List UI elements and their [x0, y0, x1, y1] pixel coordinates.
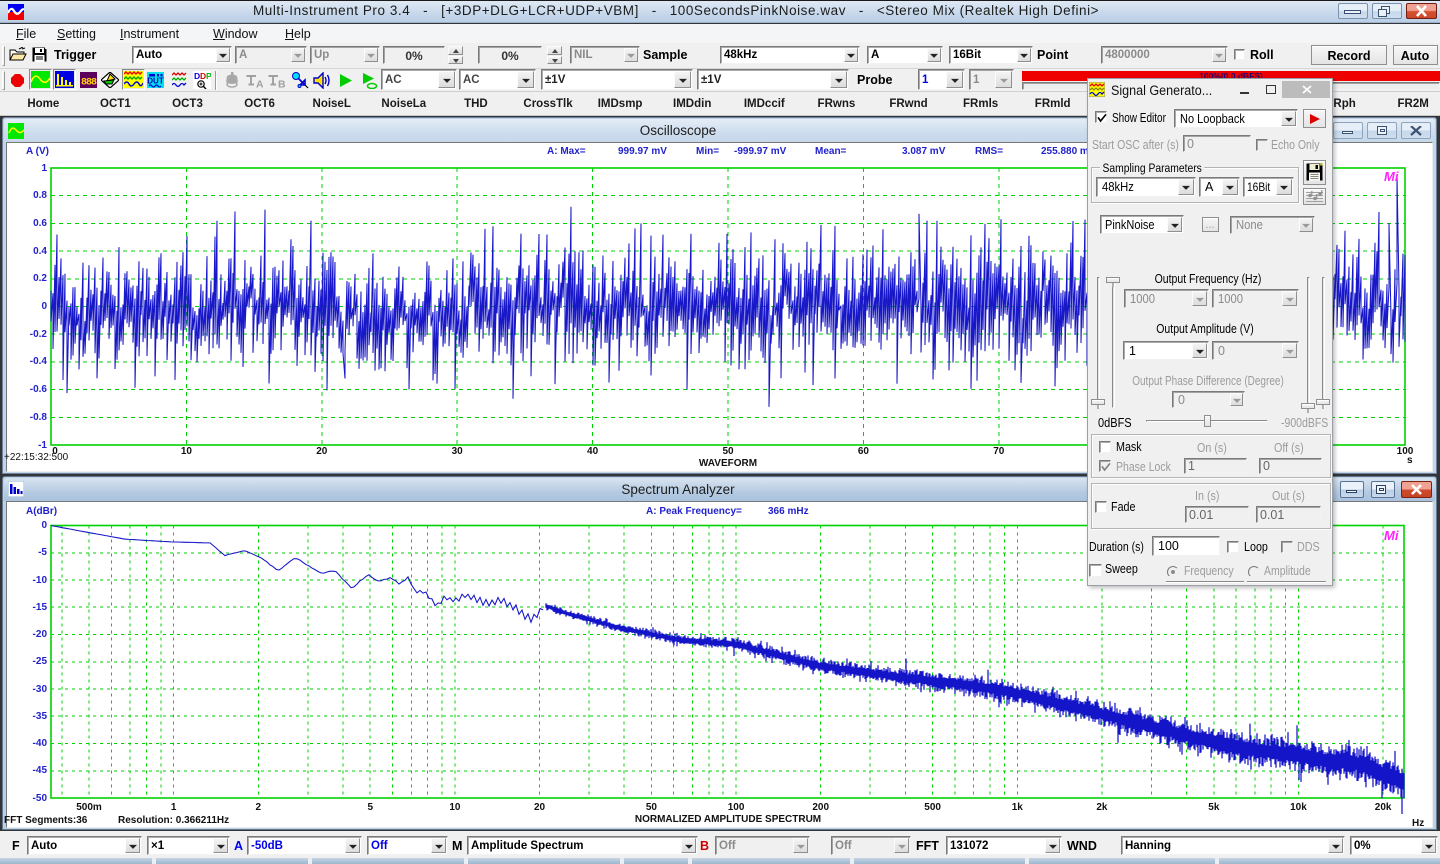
- svg-text:Mi: Mi: [1384, 528, 1399, 543]
